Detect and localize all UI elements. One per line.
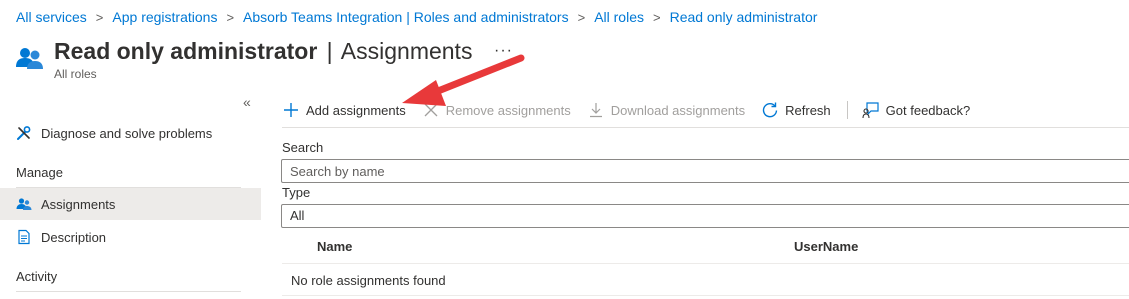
column-header-username[interactable]: UserName	[794, 239, 858, 254]
sidebar-item-description[interactable]: Description	[0, 221, 261, 253]
page-subtitle: All roles	[54, 67, 97, 81]
document-icon	[16, 229, 32, 245]
refresh-label: Refresh	[785, 102, 831, 118]
download-assignments-button[interactable]: Download assignments	[587, 101, 745, 119]
sidebar-divider	[16, 291, 241, 292]
download-assignments-label: Download assignments	[610, 102, 746, 118]
add-assignments-label: Add assignments	[306, 102, 406, 118]
search-input[interactable]	[281, 159, 1129, 183]
download-icon	[587, 101, 605, 119]
breadcrumb-app-registrations[interactable]: App registrations	[112, 9, 217, 25]
page-header: Read only administrator | Assignments Al…	[14, 36, 472, 81]
type-label: Type	[282, 185, 311, 200]
chevron-right-icon: >	[226, 9, 235, 25]
refresh-icon	[761, 101, 779, 119]
chevron-right-icon: >	[577, 9, 586, 25]
refresh-button[interactable]: Refresh	[761, 101, 831, 119]
sidebar-item-diagnose[interactable]: Diagnose and solve problems	[0, 117, 261, 149]
page-title-section: Assignments	[340, 38, 473, 64]
feedback-label: Got feedback?	[885, 102, 971, 118]
search-label: Search	[282, 140, 324, 155]
more-options-icon[interactable]: ···	[494, 42, 513, 60]
empty-table-message: No role assignments found	[291, 273, 446, 288]
remove-assignments-button[interactable]: Remove assignments	[422, 101, 571, 119]
collapse-sidebar-icon[interactable]: «	[243, 94, 251, 110]
breadcrumb-roles-and-administrators[interactable]: Absorb Teams Integration | Roles and adm…	[243, 9, 569, 25]
wrench-icon	[16, 125, 32, 141]
table-row-divider	[282, 295, 1129, 296]
breadcrumb-all-roles[interactable]: All roles	[594, 9, 644, 25]
toolbar-divider	[846, 101, 848, 119]
page-title-divider: |	[326, 38, 333, 64]
plus-icon	[282, 101, 300, 119]
table-header-divider	[282, 263, 1129, 264]
sidebar: « Diagnose and solve problems Manage Ass…	[0, 90, 262, 299]
close-icon	[422, 101, 440, 119]
toolbar-divider-line	[282, 127, 1129, 128]
users-icon	[16, 196, 32, 212]
sidebar-item-label: Diagnose and solve problems	[41, 125, 213, 141]
chevron-right-icon: >	[652, 9, 661, 25]
type-select-value: All	[290, 208, 305, 223]
sidebar-section-activity: Activity	[16, 269, 58, 284]
sidebar-item-assignments[interactable]: Assignments	[0, 188, 261, 220]
users-icon	[16, 48, 43, 69]
page-title: Read only administrator | Assignments	[54, 36, 472, 66]
column-header-name[interactable]: Name	[317, 239, 352, 254]
feedback-icon	[862, 101, 880, 119]
add-assignments-button[interactable]: Add assignments	[282, 101, 406, 119]
breadcrumb: All services > App registrations > Absor…	[16, 9, 817, 25]
type-select[interactable]: All	[281, 204, 1129, 228]
feedback-button[interactable]: Got feedback?	[862, 101, 971, 119]
page-title-role: Read only administrator	[54, 38, 318, 64]
chevron-right-icon: >	[95, 9, 104, 25]
breadcrumb-all-services[interactable]: All services	[16, 9, 87, 25]
sidebar-section-manage: Manage	[16, 165, 63, 180]
sidebar-item-label: Description	[41, 229, 107, 245]
sidebar-item-label: Assignments	[41, 196, 116, 212]
remove-assignments-label: Remove assignments	[445, 102, 571, 118]
command-bar: Add assignments Remove assignments Downl…	[282, 96, 986, 124]
breadcrumb-current-role[interactable]: Read only administrator	[670, 9, 818, 25]
